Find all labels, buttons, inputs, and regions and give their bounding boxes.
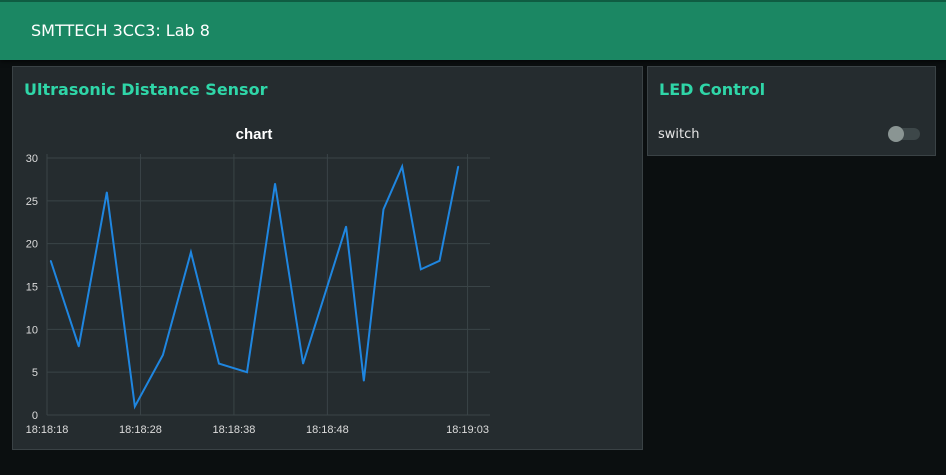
toggle-knob — [888, 126, 904, 142]
y-tick-label: 30 — [26, 153, 38, 165]
x-tick-label: 18:18:48 — [306, 424, 349, 436]
data-point — [134, 405, 136, 408]
data-point — [457, 165, 460, 168]
data-point — [363, 379, 365, 382]
data-point — [190, 251, 192, 254]
y-tick-label: 20 — [26, 239, 38, 251]
y-tick-label: 5 — [32, 367, 38, 379]
x-tick-label: 18:18:18 — [26, 424, 69, 436]
led-card-title: LED Control — [659, 80, 766, 99]
y-tick-label: 10 — [26, 324, 38, 336]
data-point — [106, 191, 108, 194]
switch-label: switch — [658, 127, 700, 142]
data-point — [218, 362, 220, 365]
led-control-card: LED Control switch — [647, 66, 936, 156]
y-tick-label: 0 — [32, 410, 38, 422]
data-point — [77, 345, 80, 348]
data-point — [345, 225, 347, 228]
led-switch-toggle[interactable] — [888, 126, 920, 142]
y-tick-label: 15 — [26, 282, 38, 294]
y-tick-label: 25 — [26, 196, 38, 208]
data-point — [302, 362, 304, 365]
x-tick-label: 18:18:38 — [213, 424, 256, 436]
data-point — [162, 354, 164, 356]
x-tick-label: 18:18:28 — [119, 424, 162, 436]
data-point — [438, 260, 441, 262]
data-point — [49, 260, 52, 262]
data-point — [382, 208, 385, 211]
data-point — [420, 268, 422, 271]
data-point — [401, 165, 403, 168]
data-point — [246, 371, 248, 373]
x-tick-label: 18:19:03 — [446, 424, 489, 436]
data-point — [274, 182, 276, 185]
chart-title: chart — [236, 126, 273, 143]
